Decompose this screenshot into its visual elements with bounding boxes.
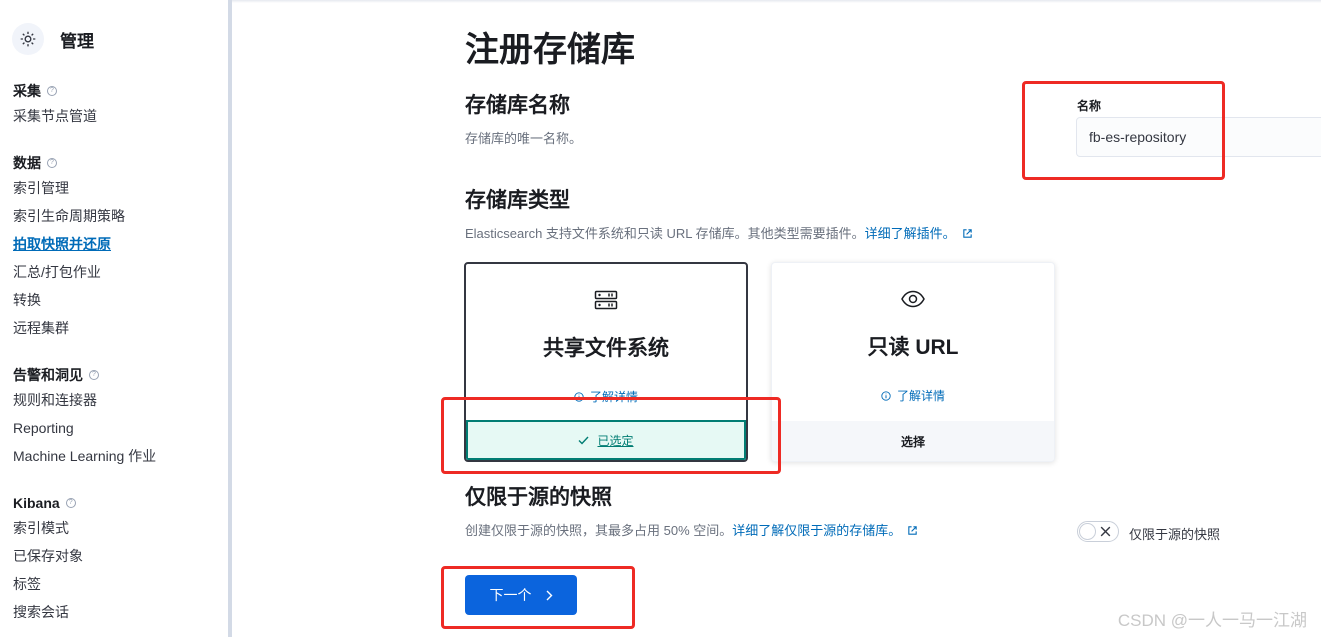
card-footer-label: 已选定 — [597, 433, 634, 448]
card-title: 共享文件系统 — [543, 337, 669, 360]
nav-group-data: 数据? — [13, 152, 223, 174]
chevron-right-icon — [546, 590, 552, 600]
sidebar-item-saved-objects[interactable]: 已保存对象 — [13, 542, 223, 570]
help-icon[interactable]: ? — [65, 498, 76, 508]
help-icon[interactable]: ? — [89, 370, 99, 380]
card-selected-button[interactable]: 已选定 — [466, 420, 746, 460]
sidebar-item-reporting[interactable]: Reporting — [13, 414, 223, 442]
nav-group-kibana: Kibana? — [13, 492, 223, 514]
eye-icon — [772, 289, 1054, 314]
learn-source-only-link[interactable]: 详细了解仅限于源的存储库。 — [732, 523, 901, 538]
repository-type-desc-text: Elasticsearch 支持文件系统和只读 URL 存储库。其他类型需要插件… — [465, 226, 865, 241]
sidebar-item-index-patterns[interactable]: 索引模式 — [13, 514, 223, 542]
info-icon — [574, 392, 584, 402]
sidebar-item-remote-clusters[interactable]: 远程集群 — [13, 314, 223, 342]
sidebar-item-index-management[interactable]: 索引管理 — [13, 174, 223, 202]
sidebar-title: 管理 — [60, 31, 94, 51]
help-icon[interactable]: ? — [47, 158, 57, 168]
source-only-toggle[interactable] — [1077, 521, 1119, 542]
watermark: CSDN @一人一马一江湖 — [1117, 611, 1307, 630]
card-learn-more-label: 了解详情 — [896, 389, 945, 403]
repository-type-title: 存储库类型 — [465, 189, 570, 212]
sidebar-item-snapshot-restore[interactable]: 拍取快照并还原 — [13, 230, 223, 258]
card-select-button[interactable]: 选择 — [772, 421, 1054, 461]
nav-group-label: Kibana — [13, 495, 60, 511]
repository-name-input[interactable] — [1076, 117, 1321, 157]
sidebar-item-ingest-pipelines[interactable]: 采集节点管道 — [13, 102, 223, 130]
repository-type-desc: Elasticsearch 支持文件系统和只读 URL 存储库。其他类型需要插件… — [465, 223, 973, 242]
next-button[interactable]: 下一个 — [465, 575, 577, 615]
nav-group-alerts: 告警和洞见? — [13, 364, 223, 386]
sidebar-item-rollup-jobs[interactable]: 汇总/打包作业 — [13, 258, 223, 286]
check-icon — [578, 436, 589, 445]
sidebar-header: 管理 — [12, 23, 94, 55]
page-title: 注册存储库 — [465, 31, 635, 69]
sidebar-item-rules-connectors[interactable]: 规则和连接器 — [13, 386, 223, 414]
external-link-icon — [908, 526, 917, 535]
repository-type-card-fs[interactable]: 共享文件系统 了解详情 已选定 — [464, 262, 748, 462]
repository-name-desc: 存储库的唯一名称。 — [465, 131, 583, 146]
card-learn-more-link[interactable]: 了解详情 — [772, 387, 1054, 404]
repository-type-card-url[interactable]: 只读 URL 了解详情 选择 — [771, 262, 1055, 462]
nav-group-label: 采集 — [13, 83, 41, 99]
next-button-label: 下一个 — [489, 587, 532, 603]
card-learn-more-label: 了解详情 — [589, 390, 638, 404]
storage-icon — [466, 290, 746, 315]
card-learn-more-link[interactable]: 了解详情 — [466, 388, 746, 405]
external-link-icon — [962, 229, 972, 238]
sidebar-item-search-sessions[interactable]: 搜索会话 — [13, 598, 223, 626]
help-icon[interactable]: ? — [47, 86, 57, 96]
sidebar-scrollbar[interactable] — [228, 0, 232, 637]
learn-plugins-link[interactable]: 详细了解插件。 — [865, 226, 956, 241]
header-shadow — [232, 0, 1321, 3]
info-icon — [881, 391, 891, 401]
toggle-knob — [1079, 523, 1096, 540]
sidebar-item-transforms[interactable]: 转换 — [13, 286, 223, 314]
cross-icon — [1100, 526, 1111, 537]
source-only-toggle-label: 仅限于源的快照 — [1129, 527, 1221, 542]
sidebar-nav: 采集? 采集节点管道 数据? 索引管理 索引生命周期策略 拍取快照并还原 汇总/… — [13, 80, 223, 626]
gear-icon — [12, 23, 44, 55]
nav-group-label: 数据 — [13, 155, 41, 171]
sidebar-item-ml-jobs[interactable]: Machine Learning 作业 — [13, 442, 223, 470]
repository-name-title: 存储库名称 — [465, 94, 570, 117]
source-only-title: 仅限于源的快照 — [465, 486, 612, 509]
name-field-label: 名称 — [1077, 99, 1102, 113]
sidebar-item-tags[interactable]: 标签 — [13, 570, 223, 598]
sidebar: 管理 采集? 采集节点管道 数据? 索引管理 索引生命周期策略 拍取快照并还原 … — [0, 0, 232, 637]
nav-group-label: 告警和洞见 — [13, 367, 83, 383]
source-only-desc: 创建仅限于源的快照，其最多占用 50% 空间。详细了解仅限于源的存储库。 — [465, 520, 918, 539]
nav-group-ingest: 采集? — [13, 80, 223, 102]
card-title: 只读 URL — [867, 336, 959, 359]
sidebar-item-ilm-policies[interactable]: 索引生命周期策略 — [13, 202, 223, 230]
source-only-desc-text: 创建仅限于源的快照，其最多占用 50% 空间。 — [465, 523, 733, 538]
